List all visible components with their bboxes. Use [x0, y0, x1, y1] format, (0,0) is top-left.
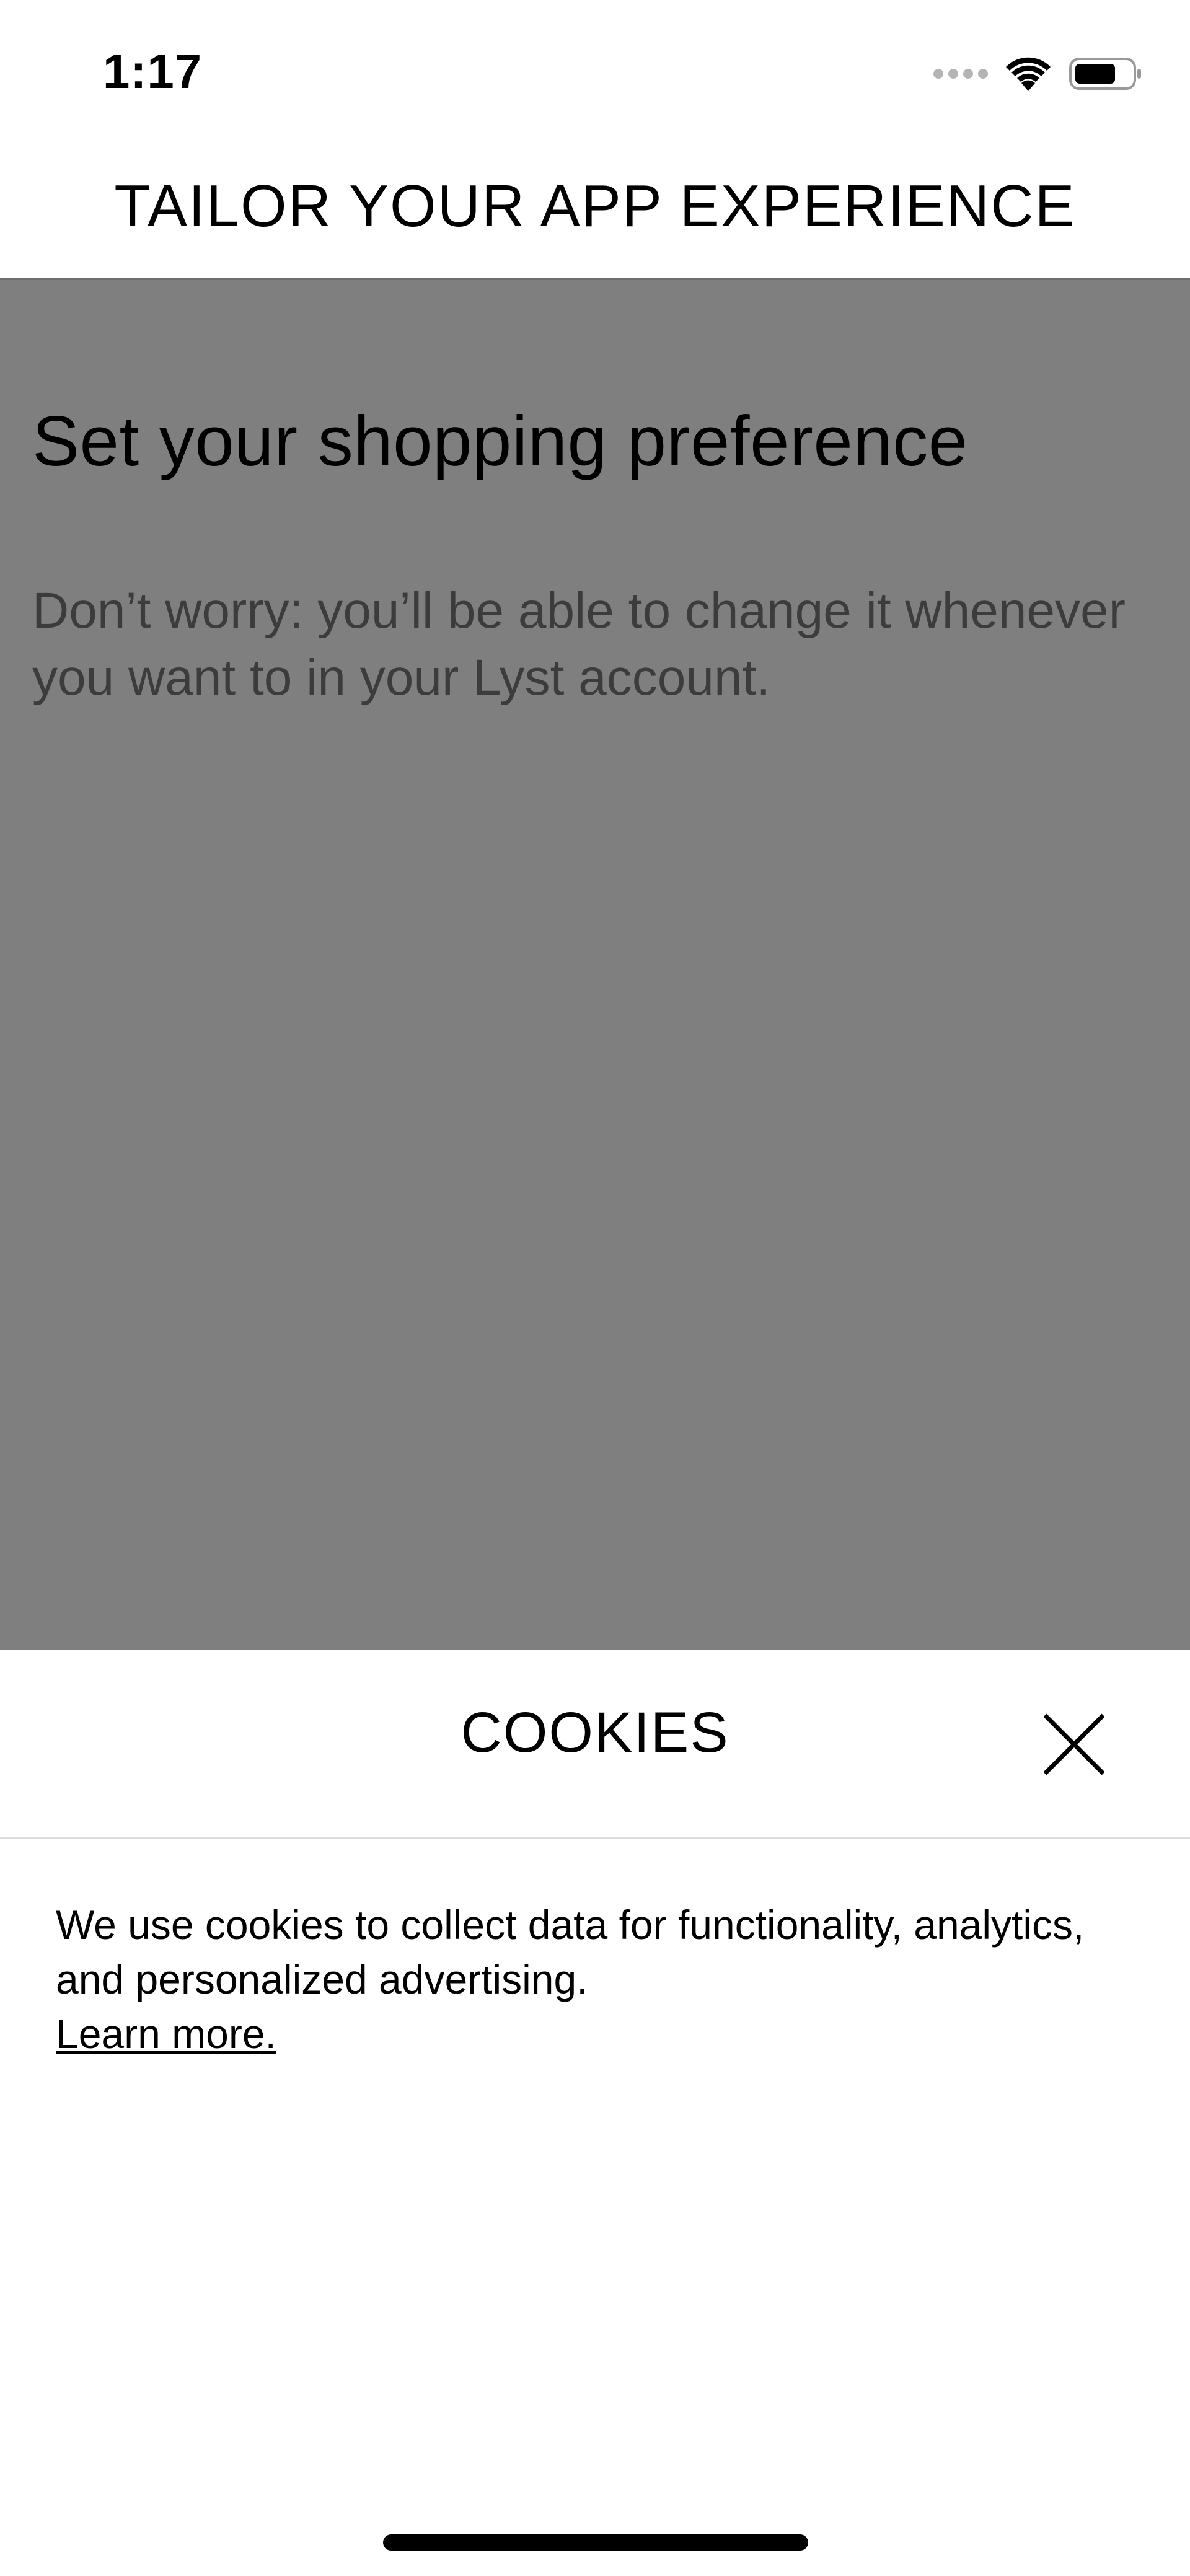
- page-header: TAILOR YOUR APP EXPERIENCE: [0, 143, 1190, 280]
- learn-more-link[interactable]: Learn more.: [56, 2007, 276, 2061]
- cookies-body: We use cookies to collect data for funct…: [56, 1897, 1147, 2061]
- cookies-description: We use cookies to collect data for funct…: [56, 1902, 1085, 2002]
- wifi-icon: [1004, 55, 1052, 92]
- close-button[interactable]: [1040, 1710, 1108, 1778]
- battery-icon: [1069, 55, 1143, 92]
- app-screen: 1:17 TAILOR YOUR APP EXPERIENCE Set your…: [0, 0, 1190, 2576]
- status-time: 1:17: [103, 44, 203, 99]
- preference-subtext: Don’t worry: you’ll be able to change it…: [32, 582, 1126, 706]
- cookies-title: COOKIES: [461, 1701, 729, 1764]
- cookies-sheet: COOKIES We use cookies to collect data f…: [0, 1650, 1190, 2576]
- preference-heading: Set your shopping preference: [32, 402, 968, 481]
- close-icon: [1043, 1713, 1105, 1775]
- status-icons: [933, 53, 1143, 94]
- page-title: TAILOR YOUR APP EXPERIENCE: [114, 172, 1076, 239]
- status-bar: 1:17: [0, 0, 1190, 143]
- dimmed-overlay[interactable]: Set your shopping preference Don’t worry…: [0, 280, 1190, 1650]
- signal-icon: [933, 69, 988, 79]
- cookies-sheet-header: COOKIES: [0, 1650, 1190, 1839]
- home-indicator[interactable]: [383, 2534, 808, 2551]
